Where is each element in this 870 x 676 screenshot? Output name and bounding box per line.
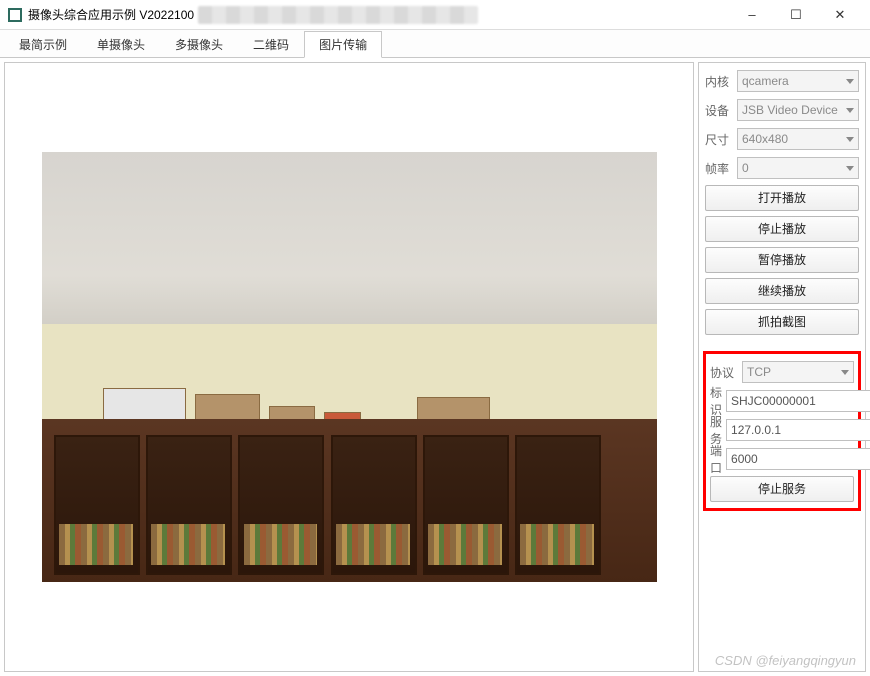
network-settings-highlight: 协议 TCP 标识 服务 端口 停止服务 xyxy=(703,351,861,511)
protocol-value: TCP xyxy=(747,365,771,379)
control-sidebar: 内核 qcamera 设备 JSB Video Device 尺寸 640x48… xyxy=(698,62,866,672)
pause-play-button[interactable]: 暂停播放 xyxy=(705,247,859,273)
fps-select[interactable]: 0 xyxy=(737,157,859,179)
video-preview-panel xyxy=(4,62,694,672)
video-frame xyxy=(42,152,657,582)
window-title: 摄像头综合应用示例 V2022100 xyxy=(28,6,194,23)
stop-play-button[interactable]: 停止播放 xyxy=(705,216,859,242)
stop-service-button[interactable]: 停止服务 xyxy=(710,476,854,502)
chevron-down-icon xyxy=(846,79,854,84)
tab-simple[interactable]: 最简示例 xyxy=(4,31,82,58)
tab-qrcode[interactable]: 二维码 xyxy=(238,31,304,58)
protocol-label: 协议 xyxy=(710,364,738,381)
size-select[interactable]: 640x480 xyxy=(737,128,859,150)
tab-single-camera[interactable]: 单摄像头 xyxy=(82,31,160,58)
port-input[interactable] xyxy=(726,448,870,470)
protocol-select[interactable]: TCP xyxy=(742,361,854,383)
title-redacted xyxy=(198,6,478,24)
kernel-label: 内核 xyxy=(705,73,733,90)
fps-value: 0 xyxy=(742,161,749,175)
chevron-down-icon xyxy=(846,166,854,171)
device-select[interactable]: JSB Video Device xyxy=(737,99,859,121)
kernel-select[interactable]: qcamera xyxy=(737,70,859,92)
tab-image-transfer[interactable]: 图片传输 xyxy=(304,31,382,58)
minimize-button[interactable]: – xyxy=(730,1,774,29)
tab-multi-camera[interactable]: 多摄像头 xyxy=(160,31,238,58)
content-area: 内核 qcamera 设备 JSB Video Device 尺寸 640x48… xyxy=(0,58,870,676)
resume-play-button[interactable]: 继续播放 xyxy=(705,278,859,304)
size-label: 尺寸 xyxy=(705,131,733,148)
app-icon xyxy=(8,8,22,22)
close-button[interactable]: ✕ xyxy=(818,1,862,29)
device-label: 设备 xyxy=(705,102,733,119)
server-input[interactable] xyxy=(726,419,870,441)
id-input[interactable] xyxy=(726,390,870,412)
chevron-down-icon xyxy=(841,370,849,375)
port-label: 端口 xyxy=(710,442,722,476)
maximize-button[interactable]: ☐ xyxy=(774,1,818,29)
device-value: JSB Video Device xyxy=(742,103,838,117)
chevron-down-icon xyxy=(846,108,854,113)
snapshot-button[interactable]: 抓拍截图 xyxy=(705,309,859,335)
chevron-down-icon xyxy=(846,137,854,142)
open-play-button[interactable]: 打开播放 xyxy=(705,185,859,211)
fps-label: 帧率 xyxy=(705,160,733,177)
tab-bar: 最简示例 单摄像头 多摄像头 二维码 图片传输 xyxy=(0,30,870,58)
size-value: 640x480 xyxy=(742,132,788,146)
titlebar: 摄像头综合应用示例 V2022100 – ☐ ✕ xyxy=(0,0,870,30)
kernel-value: qcamera xyxy=(742,74,789,88)
